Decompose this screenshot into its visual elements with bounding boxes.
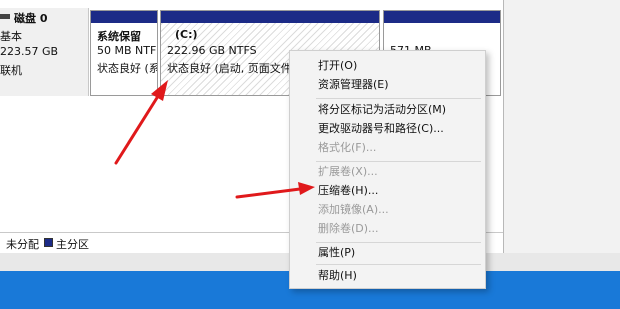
menu-item-format[interactable]: 格式化(F)... (318, 139, 376, 157)
disk-title: 磁盘 0 (14, 12, 48, 25)
legend-primary-label: 主分区 (56, 238, 89, 251)
disk-type: 基本 (0, 30, 22, 43)
legend-primary-swatch (44, 238, 53, 247)
partition-name: 系统保留 (97, 30, 141, 43)
menu-item-open[interactable]: 打开(O) (318, 57, 357, 75)
menu-item-change-drive-letter[interactable]: 更改驱动器号和路径(C)... (318, 120, 444, 138)
disk-icon (0, 14, 10, 19)
menu-item-mark-active[interactable]: 将分区标记为活动分区(M) (318, 101, 446, 119)
disk-size: 223.57 GB (0, 45, 59, 58)
partition-name: (C:) (175, 28, 198, 41)
menu-separator (316, 242, 481, 243)
menu-item-help[interactable]: 帮助(H) (318, 267, 357, 285)
partition-size: 50 MB NTF (97, 44, 157, 57)
menu-separator (316, 98, 481, 99)
menu-item-add-mirror[interactable]: 添加镜像(A)... (318, 201, 389, 219)
partition-size: 222.96 GB NTFS (167, 44, 257, 57)
menu-item-delete-volume[interactable]: 删除卷(D)... (318, 220, 379, 238)
disk-0-info[interactable]: 磁盘 0 基本 223.57 GB 联机 (0, 8, 89, 96)
menu-item-explorer[interactable]: 资源管理器(E) (318, 76, 389, 94)
partition-header-bar (384, 11, 500, 23)
partition-system-reserved[interactable]: 系统保留 50 MB NTF 状态良好 (系 (90, 10, 158, 96)
partition-status: 状态良好 (启动, 页面文件, (167, 62, 296, 75)
menu-item-shrink-volume[interactable]: 压缩卷(H)... (318, 182, 378, 200)
partition-status: 状态良好 (系 (97, 62, 158, 75)
menu-separator (316, 264, 481, 265)
disk-status: 联机 (0, 64, 22, 77)
legend-unallocated-label: 未分配 (6, 238, 39, 251)
menu-item-properties[interactable]: 属性(P) (318, 244, 355, 262)
menu-separator (316, 161, 481, 162)
partition-header-bar (91, 11, 157, 23)
menu-item-extend-volume[interactable]: 扩展卷(X)... (318, 163, 378, 181)
partition-header-bar (161, 11, 379, 23)
context-menu: 打开(O) 资源管理器(E) 将分区标记为活动分区(M) 更改驱动器号和路径(C… (289, 50, 486, 289)
